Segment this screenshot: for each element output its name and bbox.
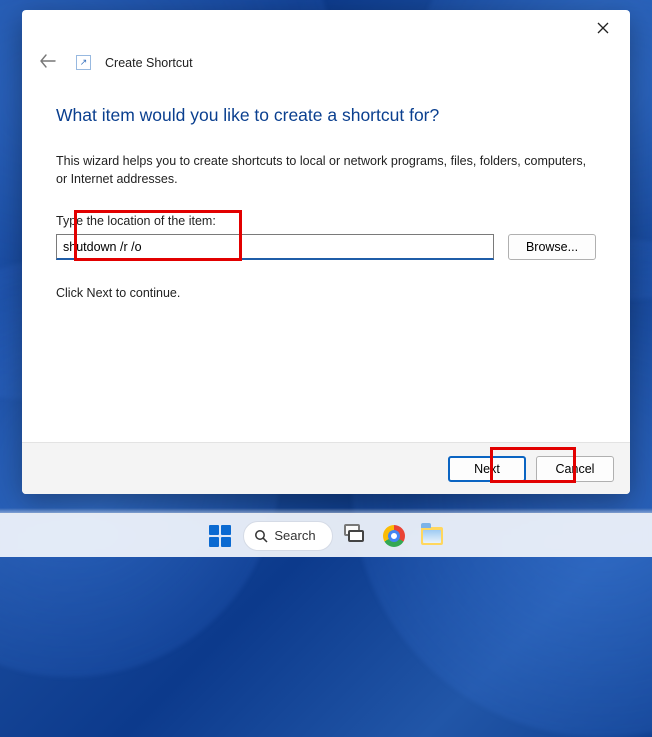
location-row: Browse... (56, 234, 596, 260)
chrome-icon (383, 525, 405, 547)
search-icon (254, 529, 268, 543)
content-area: What item would you like to create a sho… (22, 83, 630, 442)
location-label: Type the location of the item: (56, 214, 596, 228)
back-button[interactable] (34, 50, 62, 75)
browse-button[interactable]: Browse... (508, 234, 596, 260)
task-view-button[interactable] (341, 521, 371, 551)
close-button[interactable] (582, 14, 624, 42)
start-button[interactable] (205, 521, 235, 551)
dialog-footer: Next Cancel (22, 442, 630, 494)
file-explorer-taskbar-button[interactable] (417, 521, 447, 551)
shortcut-icon: ↗ (76, 55, 91, 70)
chrome-taskbar-button[interactable] (379, 521, 409, 551)
search-label: Search (274, 528, 315, 543)
arrow-left-icon (40, 54, 56, 68)
folder-icon (421, 527, 443, 545)
create-shortcut-dialog: ↗ Create Shortcut What item would you li… (22, 10, 630, 494)
nav-row: ↗ Create Shortcut (22, 46, 630, 83)
windows-logo-icon (209, 525, 219, 535)
continue-hint: Click Next to continue. (56, 286, 596, 300)
taskbar-search[interactable]: Search (243, 521, 332, 551)
titlebar (22, 10, 630, 46)
taskbar: Search (0, 513, 652, 557)
cancel-button[interactable]: Cancel (536, 456, 614, 482)
close-icon (597, 22, 609, 34)
location-input[interactable] (56, 234, 494, 260)
taskview-icon (348, 530, 364, 542)
next-button[interactable]: Next (448, 456, 526, 482)
taskbar-top-sheen (0, 508, 652, 514)
wizard-title: Create Shortcut (105, 56, 193, 70)
help-text: This wizard helps you to create shortcut… (56, 152, 596, 188)
page-heading: What item would you like to create a sho… (56, 105, 596, 126)
